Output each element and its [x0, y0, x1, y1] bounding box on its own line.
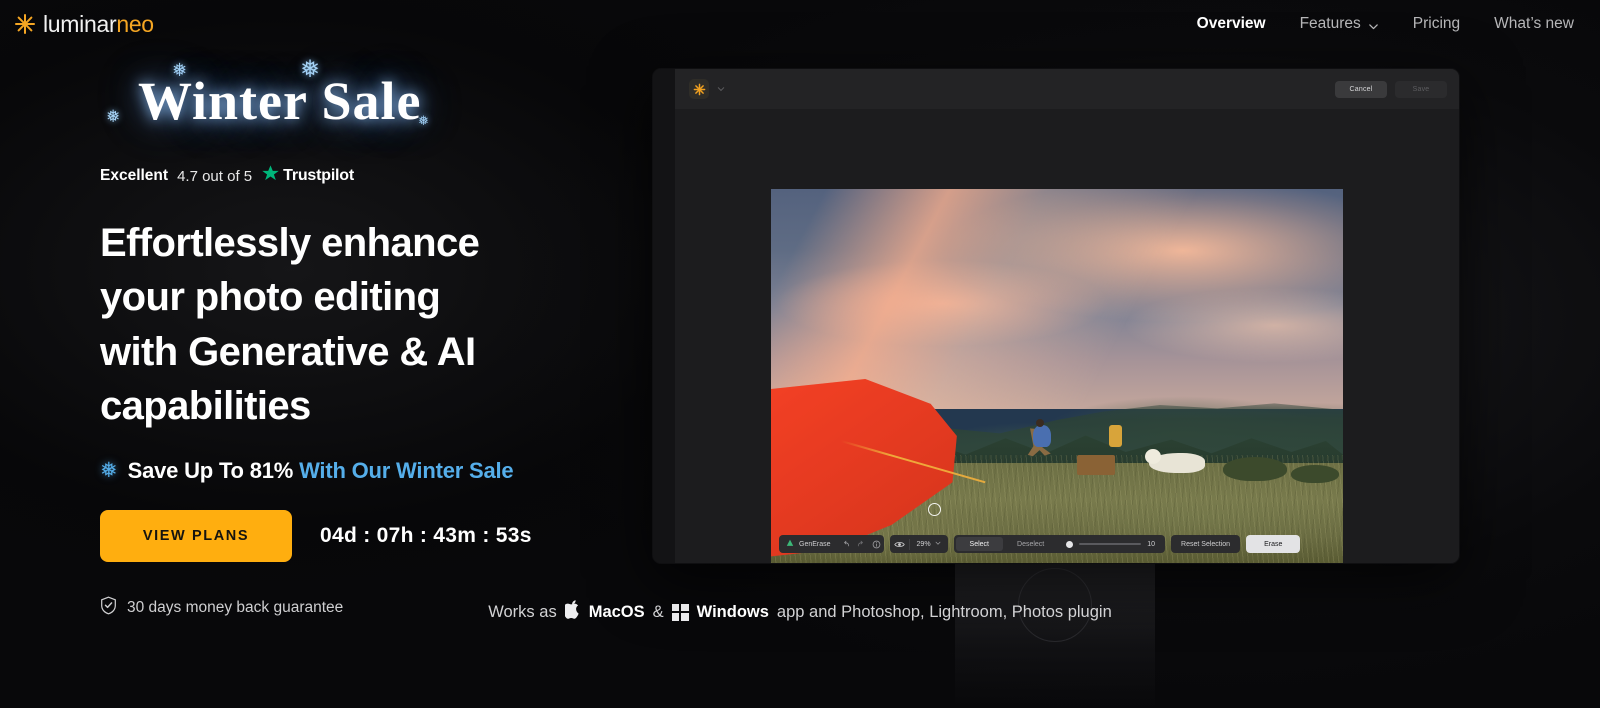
app-bottom-toolbar: GenErase 29% Select Deselect 10 Reset Se… [779, 535, 1301, 553]
brand-name-primary: luminar [43, 10, 117, 37]
app-left-rail [653, 69, 675, 563]
selection-mode-group: Select Deselect 10 [953, 535, 1166, 553]
ampersand: & [652, 602, 664, 621]
eye-icon[interactable] [890, 535, 909, 553]
platform-suffix: app and Photoshop, Lightroom, Photos plu… [776, 602, 1112, 621]
brand-logo[interactable]: luminarneo [14, 10, 154, 37]
nav-item-whats-new[interactable]: What’s new [1494, 15, 1574, 33]
countdown-timer: 04d : 07h : 43m : 53s [320, 523, 532, 547]
deselect-segment[interactable]: Deselect [1003, 537, 1058, 551]
select-segment[interactable]: Select [955, 537, 1004, 551]
app-top-actions: Cancel Save [1335, 80, 1447, 98]
landing-page: luminarneo Overview Features Pricing Wha… [0, 0, 1600, 708]
promo-text-blue: With Our Winter Sale [299, 457, 514, 483]
info-icon[interactable] [869, 535, 884, 553]
trustpilot-score: 4.7 out of 5 [177, 167, 253, 185]
chevron-down-icon[interactable] [717, 80, 725, 98]
photo-bush [1291, 465, 1339, 483]
cta-row: VIEW PLANS 04d : 07h : 43m : 53s [100, 509, 620, 562]
photo-lamp [1109, 424, 1122, 447]
snowflake-icon: ❅ [100, 459, 118, 483]
photo-crate [1077, 455, 1115, 475]
photo-bush [1223, 457, 1287, 481]
zoom-level-value: 29% [916, 540, 931, 548]
edited-photo[interactable] [771, 189, 1343, 563]
generase-tool[interactable]: GenErase [779, 539, 839, 549]
erase-button[interactable]: Erase [1246, 535, 1301, 553]
zoom-level-control[interactable]: 29% [910, 540, 948, 548]
nav-label-pricing: Pricing [1412, 15, 1461, 32]
nav-label-overview: Overview [1196, 15, 1266, 32]
luminar-sun-icon[interactable] [689, 79, 709, 99]
winter-sale-title: Winter Sale [138, 71, 422, 131]
windows-label: Windows [696, 602, 769, 621]
generase-tool-label: GenErase [799, 540, 831, 548]
page-title: Effortlessly enhance your photo editing … [100, 221, 480, 429]
brush-size-track[interactable] [1079, 543, 1142, 545]
nav-item-pricing[interactable]: Pricing [1413, 15, 1460, 33]
reset-selection-button[interactable]: Reset Selection [1171, 535, 1241, 553]
works-as-prefix: Works as [488, 602, 557, 621]
undo-icon[interactable] [839, 535, 854, 553]
hero-left-column: ❅ ❅ ❅ ❅ Winter Sale Excellent 4.7 out of… [100, 56, 620, 620]
nav-item-overview[interactable]: Overview [1197, 15, 1266, 33]
snowflake-icon-3: ❅ [106, 107, 121, 126]
platform-support-line: Works as MacOS & Windows app and Photosh… [0, 600, 1600, 624]
trustpilot-brand: Trustpilot [261, 164, 354, 188]
app-save-button[interactable]: Save [1395, 80, 1447, 98]
promo-text: Save Up To 81% With Our Winter Sale [128, 458, 514, 484]
apple-logo-icon [562, 600, 581, 624]
winter-sale-badge: ❅ ❅ ❅ ❅ Winter Sale [100, 56, 460, 148]
view-group: 29% [889, 535, 948, 553]
nav-label-features: Features [1299, 15, 1361, 32]
redo-icon[interactable] [854, 535, 869, 553]
photo-person-head [1036, 418, 1044, 427]
trustpilot-brand-name: Trustpilot [283, 167, 355, 184]
brush-cursor-icon [928, 502, 941, 516]
chevron-down-icon [1368, 19, 1379, 30]
view-plans-button[interactable]: VIEW PLANS [100, 509, 292, 562]
promo-text-white: Save Up To 81% [127, 457, 294, 483]
chevron-down-icon [935, 540, 941, 548]
trustpilot-rating[interactable]: Excellent 4.7 out of 5 Trustpilot [100, 164, 620, 188]
trustpilot-star-icon [261, 164, 280, 188]
windows-logo-icon [671, 603, 689, 621]
brush-size-slider[interactable]: 10 [1058, 540, 1163, 548]
brand-name-secondary: neo [116, 10, 154, 37]
app-top-toolbar: Cancel Save [675, 69, 1459, 109]
brush-size-knob[interactable] [1066, 540, 1074, 548]
luminar-asterisk-icon [14, 13, 36, 35]
brand-name: luminarneo [43, 10, 154, 37]
promo-line: ❅ Save Up To 81% With Our Winter Sale [100, 458, 620, 484]
tool-group: GenErase [779, 535, 884, 553]
app-canvas: GenErase 29% Select Deselect 10 Reset Se… [675, 109, 1459, 563]
macos-label: MacOS [588, 602, 645, 621]
main-nav: Overview Features Pricing What’s new [1197, 0, 1574, 48]
nav-item-features[interactable]: Features [1300, 15, 1379, 33]
app-screenshot-mockup: Cancel Save GenErase 29% Select Deselect… [652, 68, 1460, 564]
trustpilot-rating-word: Excellent [100, 167, 169, 184]
generase-tool-icon [786, 539, 794, 549]
app-cancel-button[interactable]: Cancel [1335, 80, 1387, 98]
site-header: luminarneo Overview Features Pricing Wha… [0, 0, 1600, 48]
brush-size-value: 10 [1147, 540, 1156, 548]
photo-person [1033, 424, 1051, 447]
nav-label-whats-new: What’s new [1494, 15, 1574, 32]
